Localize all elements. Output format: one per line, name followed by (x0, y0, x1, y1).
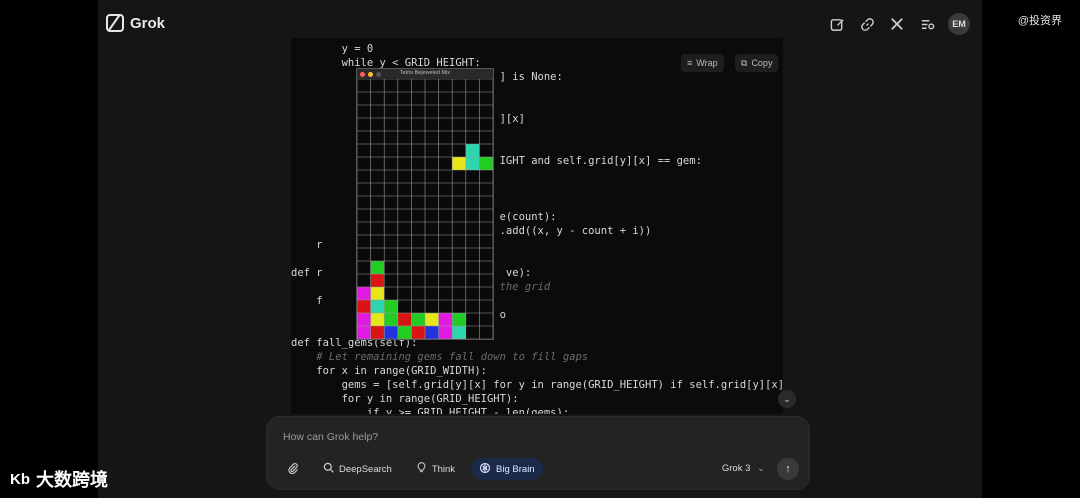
gem-block (370, 313, 385, 326)
grok-logo-icon (106, 14, 124, 32)
brain-icon (479, 462, 491, 477)
gem-block (384, 313, 398, 326)
gem-block (370, 326, 385, 339)
watermark-text: 大数跨境 (36, 470, 108, 490)
think-button[interactable]: Think (408, 458, 463, 480)
tetris-window: Tetris Bejeweled Mix (356, 68, 494, 340)
gem-block (465, 157, 480, 170)
wrap-icon: ≡ (687, 58, 693, 68)
watermark-bottom: Kb 大数跨境 (10, 466, 108, 492)
gem-block (479, 157, 493, 170)
header-actions: EM (828, 13, 970, 35)
prompt-box: How can Grok help? DeepSearch Think Big … (266, 416, 810, 490)
avatar[interactable]: EM (948, 13, 970, 35)
code-line: for x in range(GRID_WIDTH): (291, 365, 487, 377)
arrow-up-icon: ↑ (785, 463, 791, 475)
code-line: # Let remaining gems fall down to fill g… (291, 351, 589, 363)
gem-block (370, 274, 385, 287)
scroll-down-button[interactable]: ⌄ (778, 390, 796, 408)
grok-logo[interactable]: Grok (106, 14, 165, 32)
code-line: IGHT and self.grid[y][x] == gem: (291, 155, 702, 167)
wrap-button[interactable]: ≡ Wrap (681, 54, 724, 72)
gem-block (397, 313, 412, 326)
code-line: f (291, 295, 323, 307)
watermark-logo: Kb (10, 470, 30, 488)
x-logo-icon[interactable] (888, 15, 906, 33)
gem-block (370, 261, 385, 274)
gem-block (357, 313, 371, 326)
gem-block (438, 326, 453, 339)
tetris-board[interactable] (357, 79, 493, 339)
prompt-input[interactable]: How can Grok help? (283, 431, 378, 443)
gem-block (452, 326, 466, 339)
code-line: for y in range(GRID_HEIGHT): (291, 393, 519, 405)
tetris-title: Tetris Bejeweled Mix (399, 70, 451, 76)
code-line: gems = [self.grid[y][x] for y in range(G… (291, 379, 783, 391)
gem-block (425, 313, 439, 326)
gem-block (357, 300, 371, 313)
code-line: if y >= GRID_HEIGHT - len(gems): (291, 407, 570, 414)
history-icon[interactable] (918, 15, 936, 33)
deepsearch-button[interactable]: DeepSearch (315, 458, 400, 480)
code-line: r (291, 239, 323, 251)
gem-block (411, 313, 425, 326)
attach-button[interactable] (279, 458, 307, 480)
paperclip-icon (287, 462, 299, 477)
gem-block (370, 300, 385, 313)
gem-block (438, 313, 453, 326)
send-button[interactable]: ↑ (777, 458, 799, 480)
gem-block (397, 326, 412, 339)
lightbulb-icon (416, 462, 427, 476)
chevron-down-icon: ⌄ (757, 463, 765, 474)
gem-block (357, 287, 371, 300)
gem-block (452, 313, 466, 326)
gem-block (411, 326, 425, 339)
grok-app: Grok EM y = 0 while y < GRID_HEIGHT: ] i… (98, 0, 982, 498)
prompt-tools: DeepSearch Think Big Brain (279, 458, 543, 480)
gem-block (357, 326, 371, 339)
gem-block (384, 326, 398, 339)
gem-block (452, 157, 466, 170)
code-line: y = 0 (291, 43, 374, 55)
gem-block (465, 144, 480, 157)
link-icon[interactable] (858, 15, 876, 33)
copy-icon: ⧉ (741, 57, 748, 68)
edit-icon[interactable] (828, 15, 846, 33)
app-title: Grok (130, 14, 166, 32)
search-icon (323, 462, 334, 476)
model-selector[interactable]: Grok 3 ⌄ (722, 463, 765, 474)
watermark-top: @投资界 (1017, 15, 1062, 27)
big-brain-button[interactable]: Big Brain (471, 458, 543, 480)
tetris-titlebar: Tetris Bejeweled Mix (357, 69, 493, 79)
copy-button[interactable]: ⧉ Copy (735, 54, 779, 72)
gem-block (384, 300, 398, 313)
chevron-down-icon: ⌄ (783, 393, 791, 404)
gem-block (370, 287, 385, 300)
gem-block (425, 326, 439, 339)
